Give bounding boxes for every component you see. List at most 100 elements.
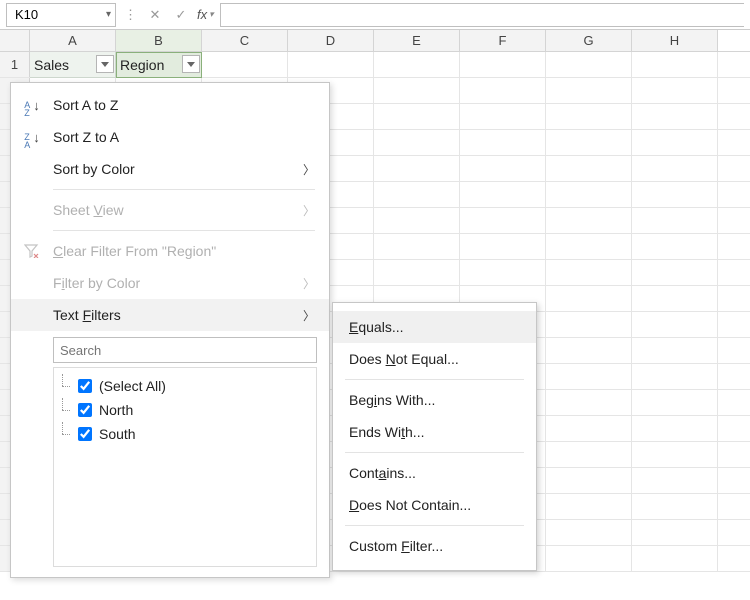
cell[interactable] (374, 260, 460, 285)
cell[interactable] (546, 364, 632, 389)
filter-does-not-contain[interactable]: Does Not Contain... (333, 489, 536, 521)
cell[interactable] (374, 104, 460, 129)
cell[interactable] (632, 468, 718, 493)
cell[interactable] (546, 338, 632, 363)
cell[interactable] (632, 520, 718, 545)
fx-label[interactable]: fx ▾ (197, 7, 214, 22)
cell[interactable] (546, 494, 632, 519)
cell[interactable] (460, 182, 546, 207)
filter-begins-with[interactable]: Begins With... (333, 384, 536, 416)
filter-ends-with[interactable]: Ends With... (333, 416, 536, 448)
col-header-d[interactable]: D (288, 30, 374, 51)
cell[interactable] (460, 208, 546, 233)
checkbox[interactable] (78, 379, 92, 393)
cell[interactable] (632, 312, 718, 337)
header-cell-region[interactable]: Region (116, 52, 202, 78)
cell[interactable] (632, 182, 718, 207)
cell[interactable] (546, 130, 632, 155)
filter-equals[interactable]: Equals... (333, 311, 536, 343)
cell[interactable] (632, 156, 718, 181)
filter-search[interactable] (53, 337, 317, 363)
cell[interactable] (460, 234, 546, 259)
tree-item-select-all[interactable]: (Select All) (60, 374, 310, 398)
cell[interactable] (202, 52, 288, 77)
filter-dropdown-button[interactable] (182, 55, 200, 73)
cell[interactable] (632, 390, 718, 415)
cell[interactable] (546, 312, 632, 337)
cell[interactable] (546, 286, 632, 311)
cell[interactable] (632, 546, 718, 571)
cell[interactable] (632, 260, 718, 285)
cell[interactable] (288, 52, 374, 77)
cell[interactable] (460, 130, 546, 155)
cell[interactable] (374, 182, 460, 207)
filter-contains[interactable]: Contains... (333, 457, 536, 489)
cell[interactable] (546, 234, 632, 259)
cell[interactable] (546, 78, 632, 103)
cell[interactable] (546, 390, 632, 415)
cell[interactable] (632, 416, 718, 441)
checkbox[interactable] (78, 427, 92, 441)
cell[interactable] (632, 364, 718, 389)
cell[interactable] (374, 52, 460, 77)
cell[interactable] (632, 286, 718, 311)
cell[interactable] (546, 208, 632, 233)
cell[interactable] (546, 416, 632, 441)
col-header-e[interactable]: E (374, 30, 460, 51)
cell[interactable] (546, 182, 632, 207)
filter-values-tree[interactable]: (Select All) North South (53, 367, 317, 567)
cell[interactable] (374, 156, 460, 181)
filter-custom[interactable]: Custom Filter... (333, 530, 536, 562)
checkbox[interactable] (78, 403, 92, 417)
cell[interactable] (632, 338, 718, 363)
sort-z-to-a[interactable]: ZA↓ Sort Z to A (11, 121, 329, 153)
cell[interactable] (546, 260, 632, 285)
cell[interactable] (460, 156, 546, 181)
tree-item[interactable]: North (60, 398, 310, 422)
cell[interactable] (632, 78, 718, 103)
cell[interactable] (460, 52, 546, 77)
filter-search-input[interactable] (53, 337, 317, 363)
tree-item[interactable]: South (60, 422, 310, 446)
name-box[interactable]: K10 ▾ (6, 3, 116, 27)
cell[interactable] (546, 104, 632, 129)
cell[interactable] (546, 156, 632, 181)
cell[interactable] (632, 130, 718, 155)
select-all-corner[interactable] (0, 30, 30, 51)
cell[interactable] (374, 208, 460, 233)
cell[interactable] (632, 104, 718, 129)
col-header-b[interactable]: B (116, 30, 202, 51)
filter-dropdown-button[interactable] (96, 55, 114, 73)
cell[interactable] (632, 234, 718, 259)
cell[interactable] (460, 104, 546, 129)
cell[interactable] (546, 52, 632, 77)
cell[interactable] (632, 208, 718, 233)
cell[interactable] (546, 442, 632, 467)
col-header-a[interactable]: A (30, 30, 116, 51)
col-header-f[interactable]: F (460, 30, 546, 51)
filter-does-not-equal[interactable]: Does Not Equal... (333, 343, 536, 375)
cell[interactable] (632, 494, 718, 519)
cell[interactable] (374, 234, 460, 259)
cancel-icon[interactable]: ✕ (145, 5, 165, 25)
row-header[interactable]: 1 (0, 52, 30, 77)
cell[interactable] (374, 78, 460, 103)
col-header-h[interactable]: H (632, 30, 718, 51)
cell[interactable] (546, 468, 632, 493)
cell[interactable] (460, 260, 546, 285)
col-header-g[interactable]: G (546, 30, 632, 51)
sheet-view: Sheet View 〉 (11, 194, 329, 226)
sort-a-to-z[interactable]: AZ↓ Sort A to Z (11, 89, 329, 121)
text-filters[interactable]: Text Filters 〉 (11, 299, 329, 331)
formula-input[interactable] (220, 3, 744, 27)
cell[interactable] (546, 546, 632, 571)
cell[interactable] (632, 52, 718, 77)
cell[interactable] (460, 78, 546, 103)
cell[interactable] (546, 520, 632, 545)
cell[interactable] (374, 130, 460, 155)
header-cell-sales[interactable]: Sales (30, 52, 116, 78)
sort-by-color[interactable]: Sort by Color 〉 (11, 153, 329, 185)
accept-icon[interactable]: ✓ (171, 5, 191, 25)
cell[interactable] (632, 442, 718, 467)
col-header-c[interactable]: C (202, 30, 288, 51)
